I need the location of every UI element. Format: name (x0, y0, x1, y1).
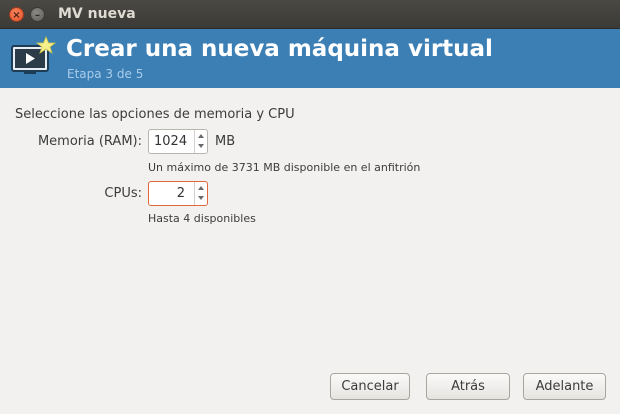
window-title: MV nueva (58, 6, 136, 22)
cpus-spinbox[interactable]: 2 (148, 181, 208, 206)
wizard-step: Etapa 3 de 5 (67, 67, 144, 81)
minimize-window-button[interactable]: – (30, 7, 45, 22)
wizard-title: Crear una nueva máquina virtual (66, 36, 493, 62)
memory-stepper[interactable] (194, 130, 207, 153)
close-window-button[interactable]: × (9, 7, 24, 22)
cpus-label: CPUs: (104, 186, 142, 201)
memory-label: Memoria (RAM): (37, 134, 142, 149)
back-button[interactable]: Atrás (426, 373, 510, 400)
memory-hint: Un máximo de 3731 MB disponible en el an… (148, 161, 421, 174)
memory-unit: MB (215, 134, 236, 149)
forward-button[interactable]: Adelante (523, 373, 606, 400)
cpus-value[interactable]: 2 (177, 186, 185, 201)
increment-icon[interactable] (198, 186, 204, 190)
increment-icon[interactable] (198, 134, 204, 138)
vm-new-icon (11, 36, 56, 74)
decrement-icon[interactable] (198, 144, 204, 148)
cpus-hint: Hasta 4 disponibles (148, 212, 256, 225)
memory-value[interactable]: 1024 (154, 134, 187, 149)
wizard-header: Crear una nueva máquina virtual Etapa 3 … (0, 29, 620, 88)
cpus-stepper[interactable] (194, 182, 207, 205)
memory-spinbox[interactable]: 1024 (148, 129, 208, 154)
section-label: Seleccione las opciones de memoria y CPU (15, 107, 295, 122)
cancel-button[interactable]: Cancelar (330, 373, 410, 400)
decrement-icon[interactable] (198, 196, 204, 200)
title-bar: × – MV nueva (0, 0, 620, 29)
